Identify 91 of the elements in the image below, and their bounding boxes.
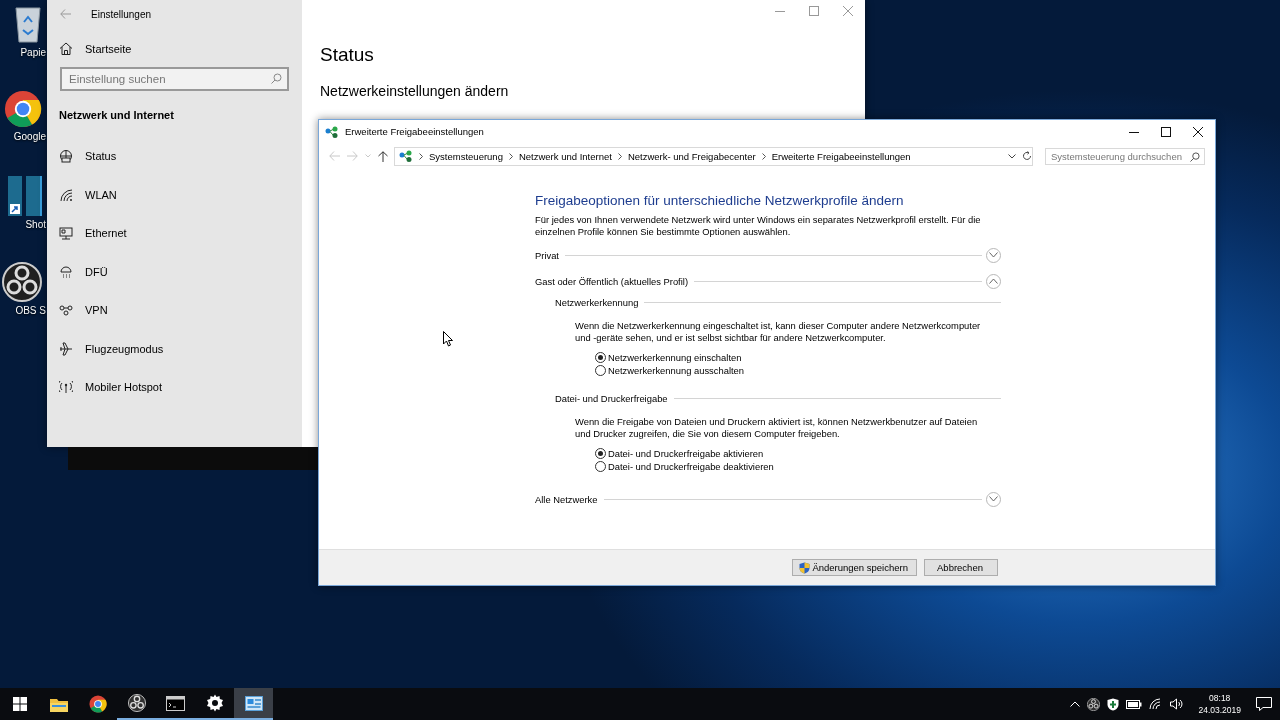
- windows-logo-icon: [12, 697, 27, 711]
- vpn-icon: [59, 303, 73, 318]
- network-icon: [325, 125, 339, 138]
- address-bar[interactable]: Systemsteuerung Netzwerk und Internet Netzwerk- und Freigabecenter Erweiterte Freigabeeinstellungen: [394, 146, 1033, 166]
- close-icon[interactable]: [1193, 126, 1203, 137]
- group-title: Netzwerkerkennung: [555, 296, 639, 308]
- nav-item[interactable]: DFÜ: [47, 252, 108, 291]
- clock-time: 08:18: [1209, 692, 1231, 704]
- obs-icon: [2, 262, 42, 302]
- mouse-cursor-icon: [443, 331, 453, 347]
- chevron-icon: [989, 278, 998, 284]
- page-title: Status: [320, 44, 375, 66]
- status-icon: [59, 149, 73, 164]
- chrome-icon: [4, 90, 42, 128]
- collapse-button[interactable]: [986, 273, 1001, 289]
- window-title: Erweiterte Freigabeeinstellungen: [345, 126, 485, 137]
- network-icon: [399, 150, 413, 162]
- chevron-right-icon: [761, 152, 766, 160]
- gear-icon: [205, 694, 224, 712]
- maximize-icon[interactable]: [1161, 126, 1171, 137]
- radio-icon[interactable]: [595, 365, 606, 376]
- breadcrumb-item[interactable]: Erweiterte Freigabeeinstellungen: [771, 150, 911, 162]
- radio-option[interactable]: Datei- und Druckerfreigabe deaktivieren: [595, 461, 774, 472]
- nav-item[interactable]: Ethernet: [47, 214, 127, 253]
- chevron-right-icon: [419, 152, 423, 160]
- chevron-icon: [989, 252, 998, 258]
- hotspot-icon: [59, 380, 73, 395]
- nav-item[interactable]: WLAN: [47, 175, 117, 214]
- shield-icon: [799, 561, 811, 574]
- folder-icon: [49, 696, 68, 712]
- section-title: Netzwerk und Internet: [59, 109, 175, 121]
- nav-item[interactable]: Mobiler Hotspot: [47, 368, 163, 407]
- home-icon: [59, 42, 73, 55]
- radio-icon[interactable]: [595, 352, 606, 363]
- group-description: Wenn die Netzwerkerkennung eingeschaltet ist, kann dieser Computer andere Netzwerkcomputer und -geräte sehen, und er ist selbst sichtbar für andere Netzwerkcomputer.: [575, 320, 982, 344]
- search-field[interactable]: Einstellung suchen: [60, 67, 289, 91]
- footer-button[interactable]: Abbrechen: [924, 559, 998, 576]
- radio-option[interactable]: Netzwerkerkennung ausschalten: [595, 365, 744, 376]
- chevron-up-icon[interactable]: [1070, 701, 1081, 707]
- section-label: Gast oder Öffentlich (aktuelles Profil): [535, 275, 689, 287]
- terminal-icon: [166, 695, 185, 711]
- taskbar-app-button[interactable]: [234, 688, 273, 720]
- icon-label[interactable]: Shot: [25, 219, 46, 230]
- expand-button[interactable]: [986, 247, 1001, 263]
- shortcut-icon: [8, 176, 42, 216]
- nav-item[interactable]: Flugzeugmodus: [47, 329, 164, 368]
- home-link[interactable]: Startseite: [59, 38, 132, 59]
- control-panel-icon: [244, 695, 263, 711]
- nav-item[interactable]: Status: [47, 137, 117, 176]
- up-arrow-icon[interactable]: [378, 150, 388, 162]
- footer-button[interactable]: Änderungen speichern: [792, 559, 917, 576]
- group-description: Wenn die Freigabe von Dateien und Druckern aktiviert ist, können Netzwerkbenutzer auf Dateien und Drucker zugreifen, die Sie von diesem Computer freigeben.: [575, 416, 979, 440]
- shield-icon[interactable]: [1107, 697, 1120, 711]
- obs-icon: [127, 694, 146, 712]
- breadcrumb-item[interactable]: Netzwerk und Internet: [518, 150, 612, 162]
- breadcrumb-item[interactable]: Netzwerk- und Freigabecenter: [627, 150, 756, 162]
- icon-label[interactable]: Google: [13, 131, 46, 142]
- ethernet-icon: [59, 226, 73, 241]
- radio-option[interactable]: Datei- und Druckerfreigabe aktivieren: [595, 448, 764, 459]
- dialup-icon: [59, 264, 73, 279]
- recycle-bin-icon: [14, 4, 42, 44]
- page-heading: Freigabeoptionen für unterschiedliche Netzwerkprofile ändern: [535, 193, 905, 208]
- search-icon: [1190, 151, 1200, 162]
- battery-icon[interactable]: [1126, 699, 1143, 709]
- chevron-icon: [989, 496, 998, 502]
- speaker-icon[interactable]: [1170, 698, 1184, 710]
- chevron-right-icon: [508, 152, 513, 160]
- radio-option[interactable]: Netzwerkerkennung einschalten: [595, 352, 742, 363]
- radio-icon[interactable]: [595, 448, 606, 459]
- notification-icon[interactable]: [1256, 697, 1272, 711]
- radio-icon[interactable]: [595, 461, 606, 472]
- expand-button[interactable]: [986, 491, 1001, 507]
- chevron-right-icon: [617, 152, 622, 160]
- section-label: Privat: [535, 249, 559, 261]
- nav-item[interactable]: VPN: [47, 291, 108, 330]
- obs-icon: [1087, 697, 1101, 711]
- icon-label[interactable]: Papie: [20, 47, 46, 58]
- window-title: Einstellungen: [91, 8, 152, 20]
- section-label: Alle Netzwerke: [535, 493, 598, 505]
- chrome-icon: [88, 695, 107, 713]
- page-subheading: Netzwerkeinstellungen ändern: [320, 83, 510, 99]
- refresh-icon[interactable]: [1022, 151, 1032, 161]
- search-icon: [271, 73, 282, 84]
- intro-text: Für jedes von Ihnen verwendete Netzwerk wird unter Windows ein separates Netzwerkprofil erstellt. Für die einzelnen Profile können Sie bestimmte Optionen auswählen.: [535, 214, 982, 238]
- airplane-icon: [59, 341, 73, 356]
- group-title: Datei- und Druckerfreigabe: [555, 392, 668, 404]
- breadcrumb-item[interactable]: Systemsteuerung: [429, 150, 503, 162]
- icon-label[interactable]: OBS S: [15, 305, 46, 316]
- clock-date: 24.03.2019: [1198, 704, 1241, 716]
- wlan-icon: [59, 187, 73, 202]
- dropdown-caret-icon[interactable]: [1008, 153, 1016, 159]
